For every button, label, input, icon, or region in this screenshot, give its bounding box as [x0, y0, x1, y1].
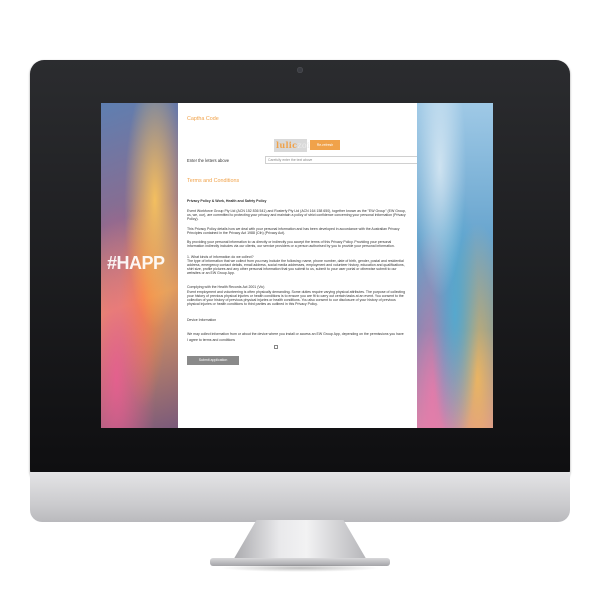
captcha-text-faded: zoi	[297, 141, 310, 150]
banner-text: #HAPP	[107, 253, 165, 273]
captcha-section-title: Captha Code	[187, 116, 219, 122]
captcha-image: luliczoi	[274, 139, 310, 152]
refresh-captcha-button[interactable]: Re-refresh	[310, 140, 340, 150]
base-shadow	[220, 564, 380, 572]
captcha-input[interactable]: Carefully enter the text above	[265, 156, 417, 164]
terms-paragraph-3: By providing your personal information t…	[187, 240, 395, 249]
terms-section-title: Terms and Conditions	[187, 178, 240, 184]
device-info-heading: Device Information	[187, 318, 217, 322]
health-records-heading: Complying with the Health Records Act 20…	[187, 285, 265, 289]
festival-photo-left: #HAPP	[101, 103, 178, 428]
terms-paragraph-2: This Privacy Policy details how we deal …	[187, 227, 400, 236]
festival-photo-right	[417, 103, 493, 428]
agree-label: I agree to terms and conditions	[187, 338, 236, 342]
screen: #HAPP Captha Code luliczoi Re-refresh En…	[101, 103, 493, 428]
form-panel: Captha Code luliczoi Re-refresh Enter th…	[178, 103, 417, 428]
captcha-field-label: Enter the letters above	[187, 158, 230, 163]
terms-paragraph-5: Event employment and volunteering is oft…	[187, 290, 406, 307]
monitor-frame: #HAPP Captha Code luliczoi Re-refresh En…	[30, 60, 570, 484]
monitor-chin	[30, 472, 570, 522]
terms-paragraph-1: Event Workforce Group Pty Ltd (ACN 152 8…	[187, 209, 406, 222]
policy-heading: Privacy Policy & Work, Health and Safety…	[187, 199, 267, 203]
terms-paragraph-6: We may collect information from or about…	[187, 332, 404, 336]
webcam-icon	[297, 67, 303, 73]
monitor-stand	[232, 520, 368, 562]
submit-application-button[interactable]: Submit application	[187, 356, 239, 365]
captcha-text: lulic	[276, 140, 298, 150]
captcha-row: luliczoi Re-refresh	[187, 139, 411, 152]
terms-paragraph-4: The type of information that we collect …	[187, 259, 405, 276]
agree-checkbox[interactable]	[274, 345, 278, 349]
